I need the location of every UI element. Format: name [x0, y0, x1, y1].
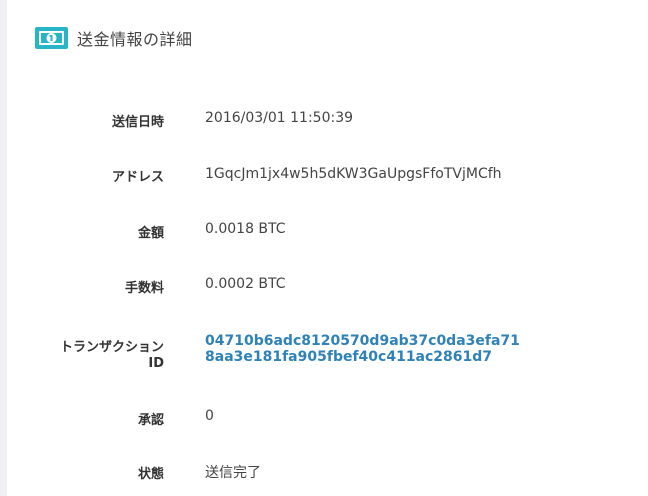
- txid-link[interactable]: 04710b6adc8120570d9ab37c0da3efa71 8aa3e1…: [205, 333, 565, 365]
- section-header: 送金情報の詳細: [35, 24, 193, 52]
- fee-label: 手数料: [124, 281, 164, 296]
- confirmations-value: 0: [205, 408, 214, 424]
- status-value: 送信完了: [205, 465, 261, 481]
- fee-value: 0.0002 BTC: [205, 276, 286, 292]
- amount-label: 金額: [137, 226, 164, 241]
- status-label: 状態: [137, 467, 164, 482]
- address-value[interactable]: 1GqcJm1jx4w5h5dKW3GaUpgsFfoTVjMCfh: [205, 166, 502, 182]
- amount-value: 0.0018 BTC: [205, 221, 286, 237]
- banknote-icon: [35, 27, 68, 49]
- sent-at-value: 2016/03/01 11:50:39: [205, 110, 354, 126]
- txid-line2[interactable]: 8aa3e181fa905fbef40c411ac2861d7: [205, 349, 565, 365]
- txid-label: トランザクション ID: [60, 340, 164, 372]
- page-title: 送金情報の詳細: [77, 30, 193, 49]
- txid-label-line1: トランザクション: [59, 340, 164, 355]
- sent-at-label: 送信日時: [111, 115, 164, 130]
- txid-label-line2: ID: [148, 356, 164, 371]
- left-strip: [0, 0, 7, 496]
- txid-line1[interactable]: 04710b6adc8120570d9ab37c0da3efa71: [205, 333, 565, 349]
- confirmations-label: 承認: [137, 413, 164, 428]
- address-label: アドレス: [111, 170, 164, 185]
